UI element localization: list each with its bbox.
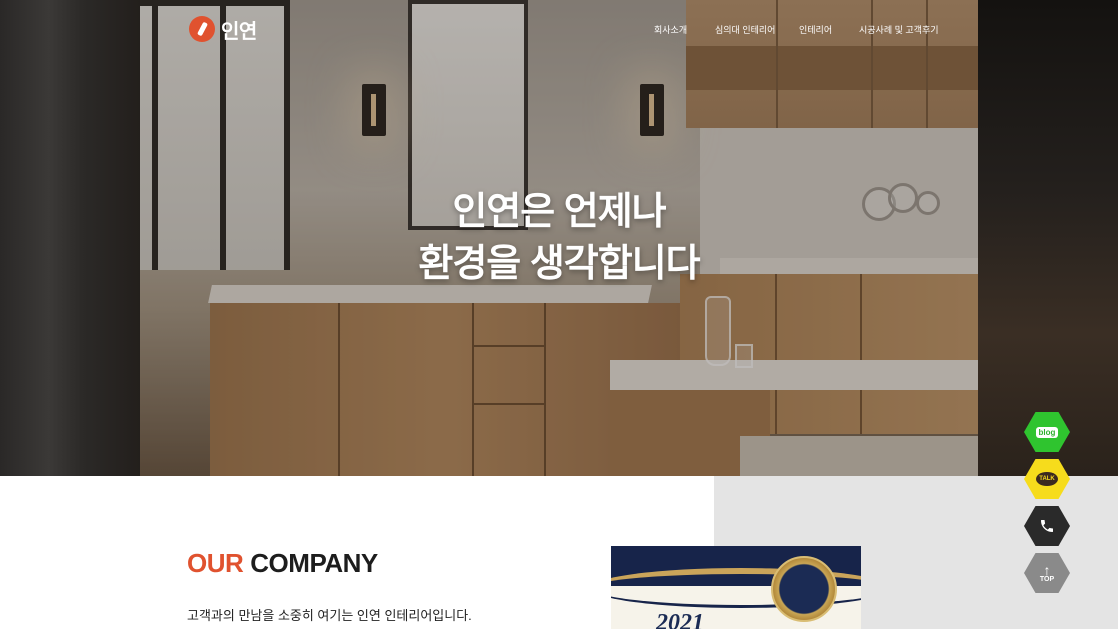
hero-line-1: 인연은 언제나: [452, 191, 666, 233]
company-heading: OUR COMPANY: [187, 548, 378, 579]
company-heading-accent: OUR: [187, 548, 244, 578]
arrow-up-icon: ↑: [1043, 561, 1051, 578]
hero-line-2: 환경을 생각합니다: [418, 243, 700, 285]
hero-section: 인연 회사소개 심의대 인테리어 인테리어 시공사례 및 고객후기 인연은 언제…: [0, 0, 1118, 476]
nav-item-interior[interactable]: 인테리어: [799, 22, 832, 38]
hero-headline: 인연은 언제나 환경을 생각합니다: [0, 186, 1118, 290]
kakao-talk-icon: TALK: [1036, 472, 1058, 486]
company-heading-rest: COMPANY: [250, 548, 378, 578]
page: 인연 회사소개 심의대 인테리어 인테리어 시공사례 및 고객후기 인연은 언제…: [0, 0, 1118, 629]
award-year: 2021: [656, 610, 704, 629]
award-seal-icon: [771, 556, 837, 622]
nav-item-interior-design[interactable]: 심의대 인테리어: [715, 22, 775, 38]
blog-icon: blog: [1035, 426, 1059, 438]
main-nav: 회사소개 심의대 인테리어 인테리어 시공사례 및 고객후기: [0, 22, 1118, 38]
nav-item-portfolio-reviews[interactable]: 시공사례 및 고객후기: [859, 22, 939, 38]
company-subtitle: 고객과의 만남을 소중히 여기는 인연 인테리어입니다.: [187, 608, 472, 623]
award-image: 2021: [611, 546, 861, 629]
phone-icon: [1041, 520, 1053, 532]
nav-item-about[interactable]: 회사소개: [654, 22, 687, 38]
top-label: TOP: [1039, 575, 1055, 583]
